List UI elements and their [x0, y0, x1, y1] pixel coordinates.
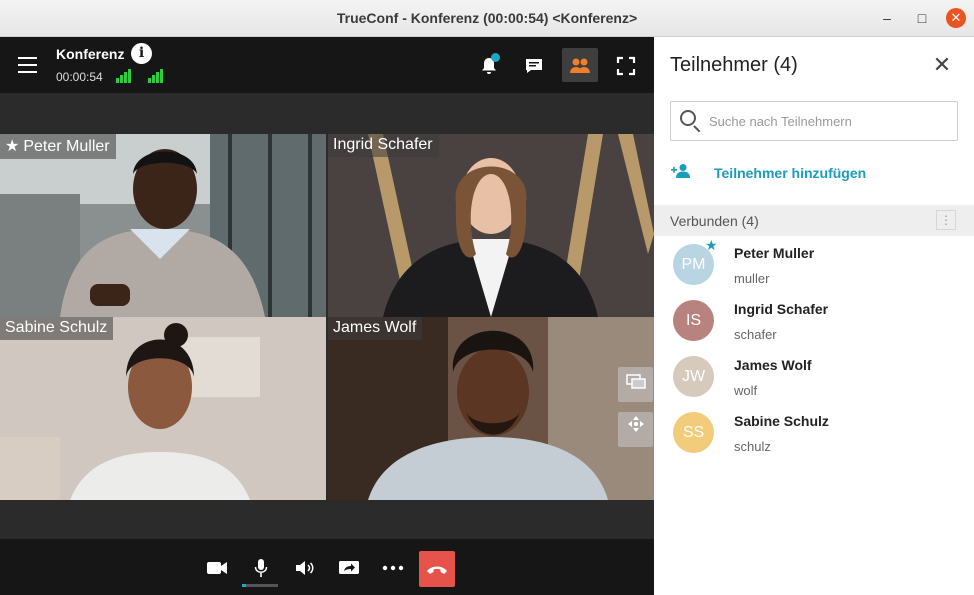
info-icon[interactable]: i: [131, 43, 152, 64]
layout-switch-icon[interactable]: [618, 367, 653, 402]
group-menu-icon[interactable]: ⋮: [936, 210, 956, 230]
participant-item[interactable]: PM ★ Peter Muller muller: [654, 237, 974, 293]
participant-search: [670, 101, 958, 141]
participant-nametag: Sabine Schulz: [0, 317, 114, 340]
add-participant-label: Teilnehmer hinzufügen: [714, 165, 867, 181]
share-screen-icon[interactable]: [334, 552, 364, 582]
pan-control-icon[interactable]: [618, 412, 653, 447]
people-icon[interactable]: [562, 48, 598, 82]
add-user-icon: [670, 163, 694, 183]
participant-item[interactable]: SS Sabine Schulz schulz: [654, 405, 974, 461]
avatar: IS: [673, 300, 714, 341]
participant-nametag: James Wolf: [328, 317, 423, 340]
participant-name: James Wolf: [734, 357, 812, 373]
video-tile-james-wolf[interactable]: James Wolf: [328, 317, 654, 500]
participants-panel: Teilnehmer (4) ✕ Teilnehmer hinzufügen V…: [654, 37, 974, 595]
avatar: SS: [673, 412, 714, 453]
signal-quality-icon: [148, 69, 163, 83]
window-titlebar: TrueConf - Konferenz (00:00:54) <Konfere…: [0, 0, 974, 37]
signal-quality-icon: [116, 69, 131, 83]
participant-name: Ingrid Schafer: [734, 301, 829, 317]
search-input[interactable]: [709, 110, 949, 132]
participant-item[interactable]: IS Ingrid Schafer schafer: [654, 293, 974, 349]
minimize-button[interactable]: –: [877, 8, 897, 28]
avatar: JW: [673, 356, 714, 397]
star-icon: ★: [5, 138, 20, 155]
fullscreen-icon[interactable]: [608, 48, 644, 82]
hamburger-icon[interactable]: [18, 57, 37, 73]
video-tile-peter-muller[interactable]: ★ Peter Muller: [0, 134, 326, 317]
close-window-button[interactable]: ✕: [946, 8, 966, 28]
participant-nametag: ★ Peter Muller: [0, 134, 116, 159]
group-label: Verbunden (4): [670, 213, 759, 229]
bell-icon[interactable]: [471, 48, 507, 82]
window-title: TrueConf - Konferenz (00:00:54) <Konfere…: [336, 10, 638, 26]
maximize-button[interactable]: □: [912, 8, 932, 28]
conference-name: Konferenz: [56, 46, 125, 62]
participant-login: schulz: [734, 439, 771, 454]
participant-name: Sabine Schulz: [734, 413, 829, 429]
owner-star-icon: ★: [705, 237, 718, 253]
participant-login: muller: [734, 271, 770, 286]
video-tile-ingrid-schafer[interactable]: Ingrid Schafer: [328, 134, 654, 317]
speaker-icon[interactable]: [290, 552, 320, 582]
hangup-icon[interactable]: [419, 551, 455, 587]
search-icon: [680, 110, 696, 126]
participant-login: schafer: [734, 327, 777, 342]
call-controls-bar: [0, 539, 654, 595]
camera-icon[interactable]: [202, 552, 232, 582]
panel-title: Teilnehmer (4): [670, 54, 798, 76]
close-icon[interactable]: ✕: [930, 52, 954, 78]
microphone-icon[interactable]: [246, 552, 276, 582]
participant-nametag: Ingrid Schafer: [328, 134, 439, 157]
more-icon[interactable]: [378, 552, 408, 582]
conference-area: Konferenz i 00:00:54 ★ Peter Muller Ingr…: [0, 37, 654, 595]
video-tile-sabine-schulz[interactable]: Sabine Schulz: [0, 317, 326, 500]
group-header-connected: Verbunden (4) ⋮: [654, 205, 974, 236]
conference-timer: 00:00:54: [56, 70, 103, 84]
participant-item[interactable]: JW James Wolf wolf: [654, 349, 974, 405]
microphone-level-meter: [242, 584, 278, 587]
participant-name: Peter Muller: [734, 245, 815, 261]
chat-icon[interactable]: [516, 48, 552, 82]
participant-login: wolf: [734, 383, 758, 398]
notification-dot: [491, 53, 500, 62]
conference-topbar: Konferenz i 00:00:54: [0, 37, 654, 93]
